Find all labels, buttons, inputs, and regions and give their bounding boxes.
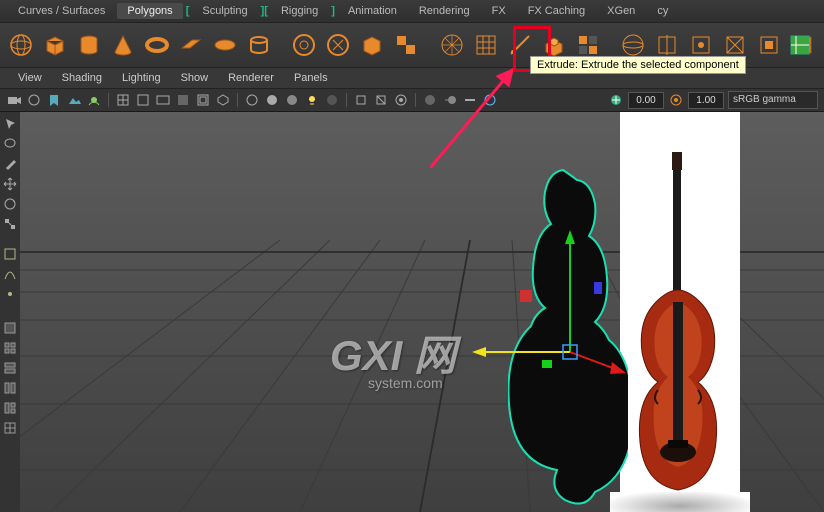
aa-icon[interactable]	[462, 92, 478, 108]
resolution-gate-icon[interactable]	[155, 92, 171, 108]
merge-icon[interactable]	[756, 31, 782, 59]
subdivide-icon[interactable]	[473, 31, 499, 59]
bracket-icon: [	[185, 5, 191, 17]
snap-curve-icon[interactable]	[2, 266, 18, 282]
exposure-field[interactable]: 0.00	[628, 92, 664, 109]
use-lights-icon[interactable]	[304, 92, 320, 108]
select-tool-icon[interactable]	[2, 116, 18, 132]
panel-panels[interactable]: Panels	[286, 72, 336, 84]
paint-select-icon[interactable]	[2, 156, 18, 172]
xray-joints-icon[interactable]	[393, 92, 409, 108]
tab-animation[interactable]: Animation	[338, 3, 407, 19]
isolate-select-icon[interactable]	[353, 92, 369, 108]
shadows-icon[interactable]	[324, 92, 340, 108]
panel-renderer[interactable]: Renderer	[220, 72, 282, 84]
tab-xgen[interactable]: XGen	[597, 3, 645, 19]
layout-four-icon[interactable]	[2, 340, 18, 356]
wireframe-icon[interactable]	[244, 92, 260, 108]
bracket-icon: ]	[330, 5, 336, 17]
safe-action-icon[interactable]	[215, 92, 231, 108]
poly-disc-icon[interactable]	[212, 31, 238, 59]
shelf-tabs: Curves / Surfaces Polygons [ Sculpting ]…	[0, 0, 824, 23]
gamma-field[interactable]: 1.00	[688, 92, 724, 109]
scale-tool-icon[interactable]	[2, 216, 18, 232]
quad-draw-icon[interactable]	[688, 31, 714, 59]
colorspace-dropdown[interactable]: sRGB gamma	[728, 91, 818, 109]
perspective-viewport[interactable]: GXI 网 system.com	[20, 112, 824, 512]
smooth-icon[interactable]	[439, 31, 465, 59]
ssao-icon[interactable]	[422, 92, 438, 108]
rotate-tool-icon[interactable]	[2, 196, 18, 212]
grid-icon[interactable]	[115, 92, 131, 108]
layout-two-v-icon[interactable]	[2, 380, 18, 396]
shadow	[610, 492, 750, 512]
bracket-icon: ][	[260, 5, 269, 17]
layout-custom-icon[interactable]	[2, 420, 18, 436]
tab-rendering[interactable]: Rendering	[409, 3, 480, 19]
violin-reference-image	[628, 152, 728, 502]
tab-rigging[interactable]: Rigging	[271, 3, 328, 19]
tab-curves-surfaces[interactable]: Curves / Surfaces	[8, 3, 115, 19]
platonic-icon[interactable]	[291, 31, 317, 59]
poly-cylinder-icon[interactable]	[76, 31, 102, 59]
panel-shading[interactable]: Shading	[54, 72, 110, 84]
poly-sphere-icon[interactable]	[8, 31, 34, 59]
gamma-icon[interactable]	[668, 92, 684, 108]
poly-cube-icon[interactable]	[42, 31, 68, 59]
lasso-tool-icon[interactable]	[2, 136, 18, 152]
dof-icon[interactable]	[482, 92, 498, 108]
smooth-shade-icon[interactable]	[264, 92, 280, 108]
tab-polygons[interactable]: Polygons	[117, 3, 182, 19]
combine-icon[interactable]	[359, 31, 385, 59]
image-plane-icon[interactable]	[66, 92, 82, 108]
poly-type-icon[interactable]	[325, 31, 351, 59]
tab-fx-caching[interactable]: FX Caching	[518, 3, 595, 19]
film-gate-icon[interactable]	[135, 92, 151, 108]
motion-blur-icon[interactable]	[442, 92, 458, 108]
bookmark-icon[interactable]	[46, 92, 62, 108]
poly-cone-icon[interactable]	[110, 31, 136, 59]
layout-single-icon[interactable]	[2, 320, 18, 336]
extrude-tooltip: Extrude: Extrude the selected component	[530, 56, 746, 74]
bevel-icon[interactable]	[575, 31, 601, 59]
layout-three-icon[interactable]	[2, 400, 18, 416]
poly-plane-icon[interactable]	[178, 31, 204, 59]
textured-icon[interactable]	[284, 92, 300, 108]
2d-pan-icon[interactable]	[86, 92, 102, 108]
snap-grid-icon[interactable]	[2, 246, 18, 262]
panel-show[interactable]: Show	[173, 72, 217, 84]
snap-point-icon[interactable]	[2, 286, 18, 302]
panel-view[interactable]: View	[10, 72, 50, 84]
gate-mask-icon[interactable]	[175, 92, 191, 108]
toolbox	[0, 112, 21, 512]
tab-fx[interactable]: FX	[482, 3, 516, 19]
poly-pipe-icon[interactable]	[246, 31, 272, 59]
layout-two-h-icon[interactable]	[2, 360, 18, 376]
target-weld-icon[interactable]	[722, 31, 748, 59]
tab-sculpting[interactable]: Sculpting	[192, 3, 257, 19]
xray-icon[interactable]	[373, 92, 389, 108]
field-chart-icon[interactable]	[195, 92, 211, 108]
tab-custom[interactable]: cy	[647, 3, 678, 19]
viewport-toolbar: 0.00 1.00 sRGB gamma	[0, 89, 824, 112]
mirror-icon[interactable]	[654, 31, 680, 59]
select-camera-icon[interactable]	[6, 92, 22, 108]
exposure-icon[interactable]	[608, 92, 624, 108]
move-tool-icon[interactable]	[2, 176, 18, 192]
lock-camera-icon[interactable]	[26, 92, 42, 108]
separate-icon[interactable]	[393, 31, 419, 59]
poly-torus-icon[interactable]	[144, 31, 170, 59]
panel-lighting[interactable]: Lighting	[114, 72, 169, 84]
bridge-icon[interactable]	[620, 31, 646, 59]
shelf-editor-icon[interactable]	[786, 31, 814, 59]
move-manipulator[interactable]	[450, 222, 630, 382]
